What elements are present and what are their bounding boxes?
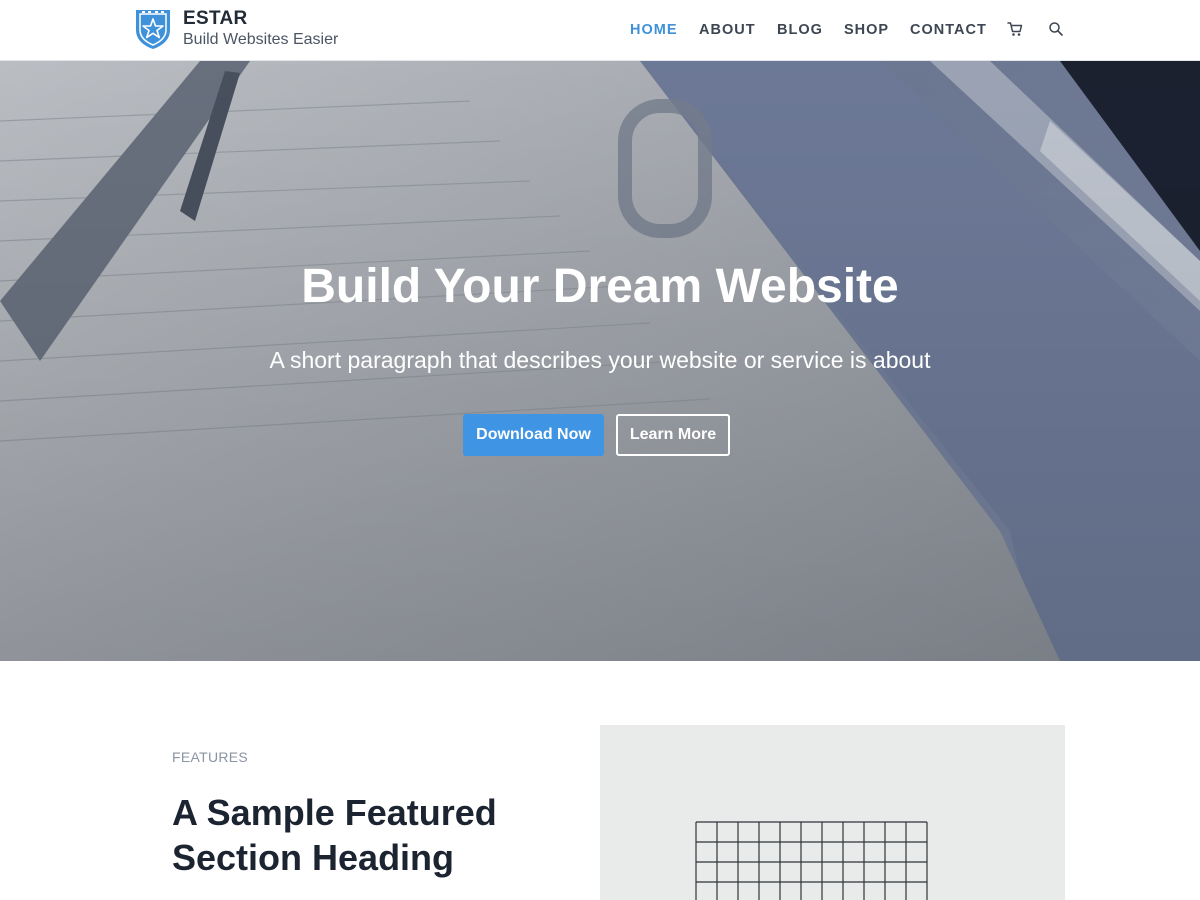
site-tagline: Build Websites Easier <box>183 31 339 48</box>
nav-item-shop[interactable]: SHOP <box>844 22 889 38</box>
cart-icon[interactable] <box>1006 20 1024 38</box>
nav-item-blog[interactable]: BLOG <box>777 22 823 38</box>
feature-image <box>600 725 1065 900</box>
features-heading: A Sample Featured Section Heading <box>172 792 497 878</box>
learn-more-button[interactable]: Learn More <box>616 414 730 456</box>
nav-item-about[interactable]: ABOUT <box>699 22 756 38</box>
hero-section: Build Your Dream Website A short paragra… <box>0 61 1200 661</box>
grid-basket-image <box>600 725 1065 900</box>
download-now-button[interactable]: Download Now <box>463 414 604 456</box>
site-header: ESTAR Build Websites Easier HOME ABOUT B… <box>0 0 1200 61</box>
features-label: FEATURES <box>172 749 249 765</box>
hero-subtitle: A short paragraph that describes your we… <box>269 347 931 373</box>
shield-star-icon[interactable] <box>134 6 172 50</box>
hero-title: Build Your Dream Website <box>301 260 899 313</box>
search-icon[interactable] <box>1047 20 1065 38</box>
nav-item-contact[interactable]: CONTACT <box>910 22 987 38</box>
nav-item-home[interactable]: HOME <box>630 22 678 38</box>
site-title[interactable]: ESTAR <box>183 8 247 30</box>
